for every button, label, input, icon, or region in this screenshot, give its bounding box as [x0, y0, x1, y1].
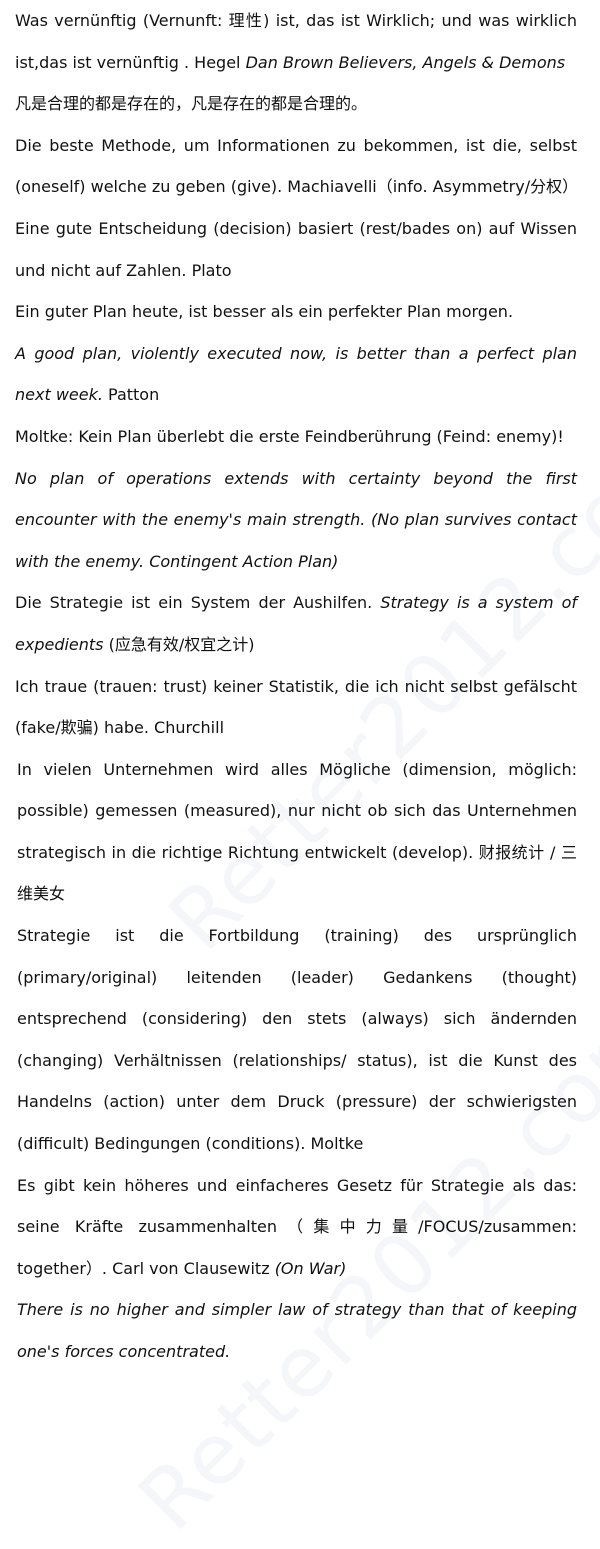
text-run: Eine gute Entscheidung (decision) basier…: [15, 218, 577, 280]
text-run: (应急有效/权宜之计): [103, 634, 255, 654]
quote-paragraph: 凡是合理的都是存在的，凡是存在的都是合理的。: [15, 83, 577, 125]
quote-paragraph: No plan of operations extends with certa…: [15, 458, 577, 583]
text-run: Ein guter Plan heute, ist besser als ein…: [15, 302, 514, 322]
text-run: Ich traue (trauen: trust) keiner Statist…: [15, 676, 577, 738]
quote-paragraph: Eine gute Entscheidung (decision) basier…: [15, 208, 577, 291]
text-run: 凡是合理的都是存在的，凡是存在的都是合理的。: [15, 94, 368, 114]
quote-paragraph: Moltke: Kein Plan überlebt die erste Fei…: [15, 416, 577, 458]
quote-paragraph: There is no higher and simpler law of st…: [15, 1289, 577, 1372]
document-body: Was vernünftig (Vernunft: 理性) ist, das i…: [15, 0, 579, 1373]
quote-paragraph: Strategie ist die Fortbildung (training)…: [15, 915, 577, 1165]
quote-paragraph: Die Strategie ist ein System der Aushilf…: [15, 582, 577, 665]
text-run: Die beste Methode, um Informationen zu b…: [15, 135, 579, 197]
italic-text: There is no higher and simpler law of st…: [17, 1300, 577, 1361]
quote-paragraph: In vielen Unternehmen wird alles Möglich…: [15, 749, 577, 915]
italic-text: Dan Brown Believers, Angels & Demons: [245, 52, 566, 72]
quote-paragraph: Die beste Methode, um Informationen zu b…: [15, 125, 579, 208]
text-run: Patton: [102, 385, 160, 405]
italic-text: No plan of operations extends with certa…: [15, 468, 577, 571]
quote-paragraph: A good plan, violently executed now, is …: [15, 333, 577, 416]
italic-text: (On War): [274, 1258, 347, 1278]
quote-paragraph: Ein guter Plan heute, ist besser als ein…: [15, 291, 577, 333]
text-run: Strategie ist die Fortbildung (training)…: [17, 926, 577, 1154]
text-run: Die Strategie ist ein System der Aushilf…: [15, 593, 381, 613]
quote-paragraph: Es gibt kein höheres und einfacheres Ges…: [15, 1165, 577, 1290]
text-run: In vielen Unternehmen wird alles Möglich…: [17, 759, 577, 904]
quote-paragraph: Was vernünftig (Vernunft: 理性) ist, das i…: [15, 0, 577, 83]
text-run: Moltke: Kein Plan überlebt die erste Fei…: [15, 426, 564, 446]
italic-text: A good plan, violently executed now, is …: [15, 343, 577, 405]
quote-paragraph: Ich traue (trauen: trust) keiner Statist…: [15, 666, 577, 749]
